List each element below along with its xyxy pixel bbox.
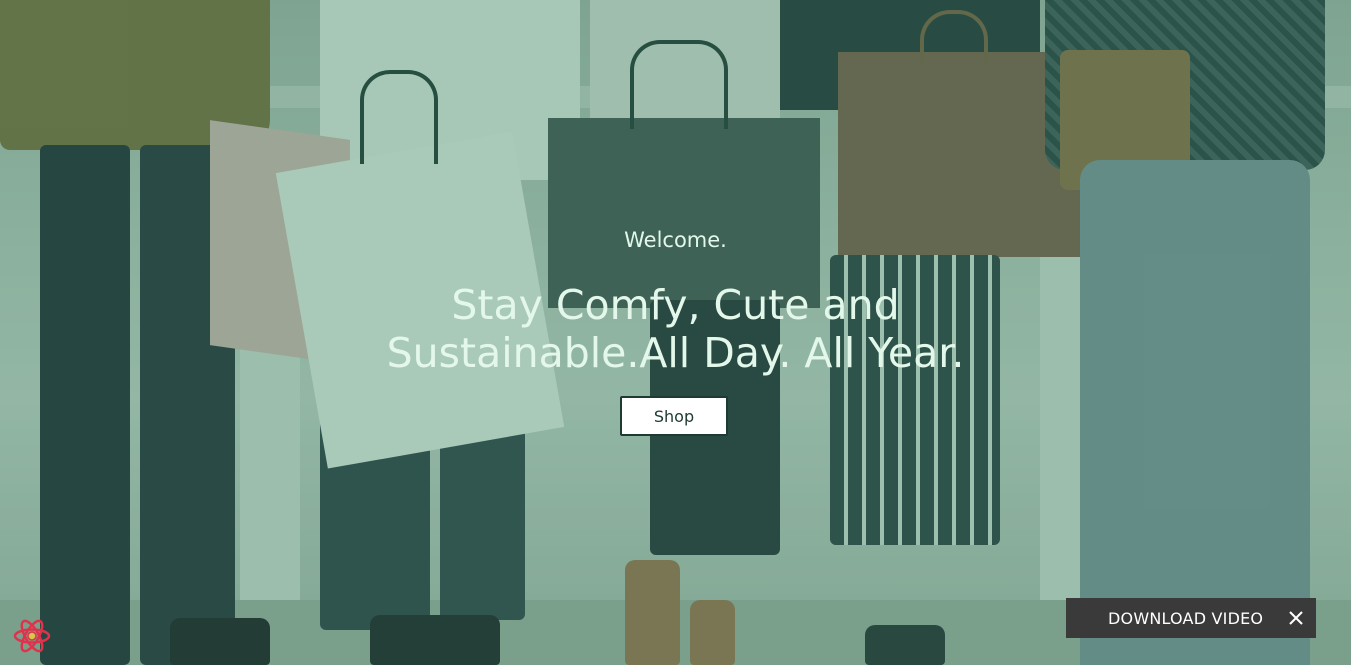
hero-content: Welcome. Stay Comfy, Cute and Sustainabl… (0, 0, 1351, 665)
shop-button[interactable]: Shop (620, 396, 728, 436)
react-icon[interactable] (12, 616, 52, 656)
welcome-text: Welcome. (624, 228, 727, 252)
download-video-bar: DOWNLOAD VIDEO (1066, 598, 1316, 638)
headline-line-2: Sustainable.All Day. All Year. (386, 329, 965, 377)
download-video-button[interactable]: DOWNLOAD VIDEO (1108, 609, 1263, 628)
close-icon[interactable] (1286, 608, 1306, 628)
hero-banner: Welcome. Stay Comfy, Cute and Sustainabl… (0, 0, 1351, 665)
hero-headline: Stay Comfy, Cute and Sustainable.All Day… (0, 281, 1351, 377)
headline-line-1: Stay Comfy, Cute and (451, 281, 900, 329)
